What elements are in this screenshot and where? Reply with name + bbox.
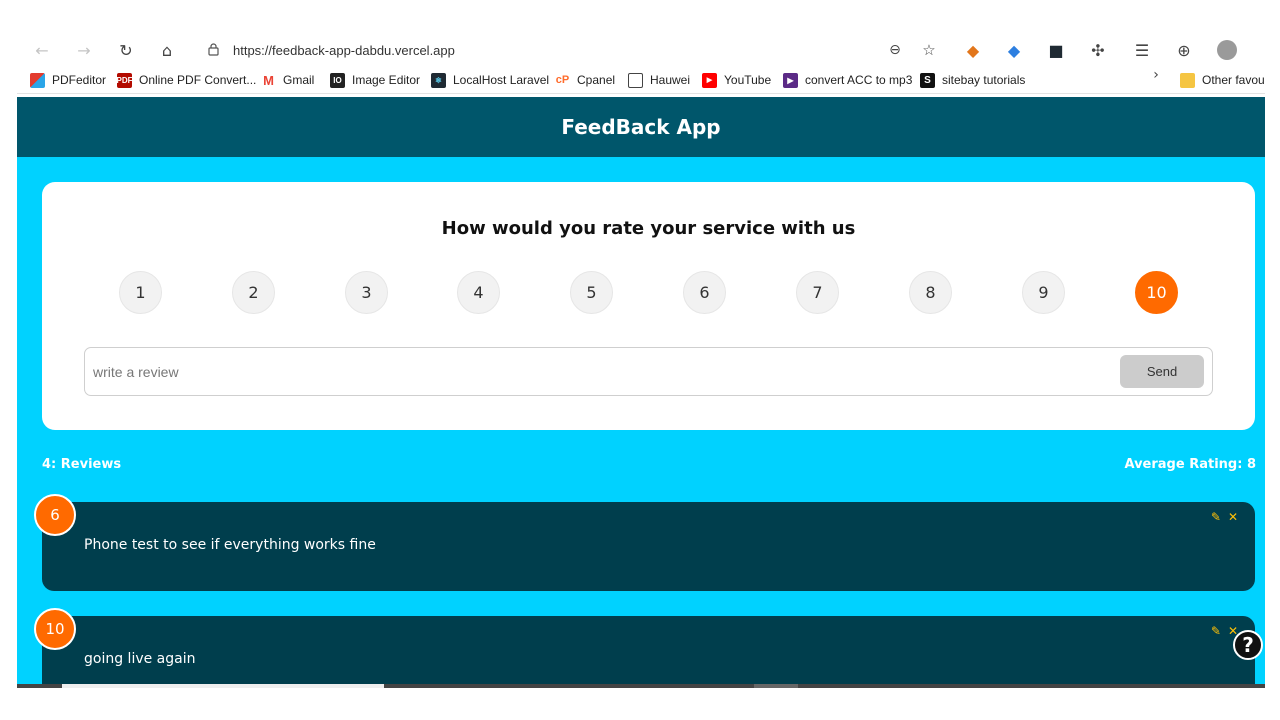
zoom-icon[interactable]: ⊖ (884, 39, 906, 61)
review-form: Send (84, 347, 1213, 396)
bookmark-online-pdf[interactable]: PDF Online PDF Convert... (117, 71, 256, 89)
rating-question: How would you rate your service with us (441, 218, 856, 239)
back-arrow-icon[interactable]: ← (31, 39, 53, 61)
cpanel-icon: cP (555, 72, 570, 88)
review-count: 4: Reviews (42, 457, 122, 472)
home-icon[interactable]: ⌂ (156, 39, 178, 61)
chevron-right-icon[interactable]: › (1145, 64, 1167, 86)
youtube-icon: ▶ (702, 72, 717, 88)
send-button[interactable]: Send (1120, 355, 1204, 388)
converter-icon: ▶ (783, 72, 798, 88)
bookmark-sitebay[interactable]: S sitebay tutorials (920, 71, 1025, 89)
review-item: 10 ✎ ✕ going live again (34, 608, 1255, 688)
app-title: FeedBack App (561, 115, 721, 139)
close-icon[interactable]: ✕ (1228, 510, 1238, 524)
feedback-form-card: How would you rate your service with us … (42, 182, 1255, 430)
rating-option-1[interactable]: 1 (119, 271, 162, 314)
horizontal-scrollbar[interactable] (17, 684, 1265, 688)
bookmark-hauwei[interactable]: Hauwei (628, 71, 690, 89)
review-rating-badge: 10 (34, 608, 76, 650)
bookmark-youtube[interactable]: ▶ YouTube (702, 71, 771, 89)
favorites-icon[interactable]: ☰ (1131, 39, 1153, 61)
extensions-puzzle-icon[interactable]: ✣ (1087, 39, 1109, 61)
scrollbar-thumb[interactable] (62, 684, 384, 688)
gmail-icon: M (261, 72, 276, 88)
folder-icon (1180, 72, 1195, 88)
bookmark-other-favourites[interactable]: Other favour (1180, 71, 1265, 89)
bookmarks-bar: PDFeditor PDF Online PDF Convert... M Gm… (17, 66, 1265, 94)
pdfeditor-icon (30, 72, 45, 88)
extension-icon[interactable]: ◆ (1003, 39, 1025, 61)
profile-icon[interactable] (1216, 39, 1238, 61)
refresh-icon[interactable]: ↻ (115, 39, 137, 61)
bookmark-convert-acc[interactable]: ▶ convert ACC to mp3 (783, 71, 912, 89)
review-text: Phone test to see if everything works fi… (84, 537, 376, 553)
pdf-icon: PDF (117, 72, 133, 88)
forward-arrow-icon[interactable]: → (73, 39, 95, 61)
bookmark-gmail[interactable]: M Gmail (261, 71, 314, 89)
metamask-icon[interactable]: ◆ (962, 39, 984, 61)
address-bar[interactable]: https://feedback-app-dabdu.vercel.app (193, 38, 1093, 62)
app-header: FeedBack App (17, 97, 1265, 157)
average-rating: Average Rating: 8 (1124, 457, 1256, 472)
lock-icon (208, 43, 219, 56)
review-input[interactable] (93, 356, 1103, 387)
sitebay-icon: S (920, 72, 935, 88)
favorite-icon[interactable]: ☆ (918, 39, 940, 61)
scrollbar-marker (754, 684, 798, 688)
review-rating-badge: 6 (34, 494, 76, 536)
bookmark-pdfeditor[interactable]: PDFeditor (30, 71, 106, 89)
browser-window: ← → ↻ ⌂ https://feedback-app-dabdu.verce… (17, 38, 1265, 688)
edit-icon[interactable]: ✎ (1211, 624, 1221, 638)
help-button[interactable]: ? (1233, 630, 1263, 660)
rating-option-3[interactable]: 3 (345, 271, 388, 314)
review-item: 6 ✎ ✕ Phone test to see if everything wo… (34, 494, 1255, 591)
url-text[interactable]: https://feedback-app-dabdu.vercel.app (233, 43, 455, 58)
edit-icon[interactable]: ✎ (1211, 510, 1221, 524)
app-body: How would you rate your service with us … (17, 157, 1265, 688)
image-editor-icon: IO (330, 72, 345, 88)
react-icon: ⚛ (431, 72, 446, 88)
react-devtools-icon[interactable]: ■ (1045, 39, 1067, 61)
review-text: going live again (84, 651, 196, 667)
review-actions: ✎ ✕ (1211, 624, 1238, 638)
page-icon (628, 72, 643, 88)
rating-option-9[interactable]: 9 (1022, 271, 1065, 314)
rating-option-8[interactable]: 8 (909, 271, 952, 314)
rating-option-10[interactable]: 10 (1135, 271, 1178, 314)
rating-option-7[interactable]: 7 (796, 271, 839, 314)
rating-option-4[interactable]: 4 (457, 271, 500, 314)
bookmark-localhost-laravel[interactable]: ⚛ LocalHost Laravel (431, 71, 549, 89)
bookmark-cpanel[interactable]: cP Cpanel (555, 71, 615, 89)
bookmark-image-editor[interactable]: IO Image Editor (330, 71, 420, 89)
rating-option-2[interactable]: 2 (232, 271, 275, 314)
collections-icon[interactable]: ⊕ (1173, 39, 1195, 61)
review-actions: ✎ ✕ (1211, 510, 1238, 524)
browser-toolbar: ← → ↻ ⌂ https://feedback-app-dabdu.verce… (17, 38, 1265, 62)
rating-option-5[interactable]: 5 (570, 271, 613, 314)
rating-option-6[interactable]: 6 (683, 271, 726, 314)
